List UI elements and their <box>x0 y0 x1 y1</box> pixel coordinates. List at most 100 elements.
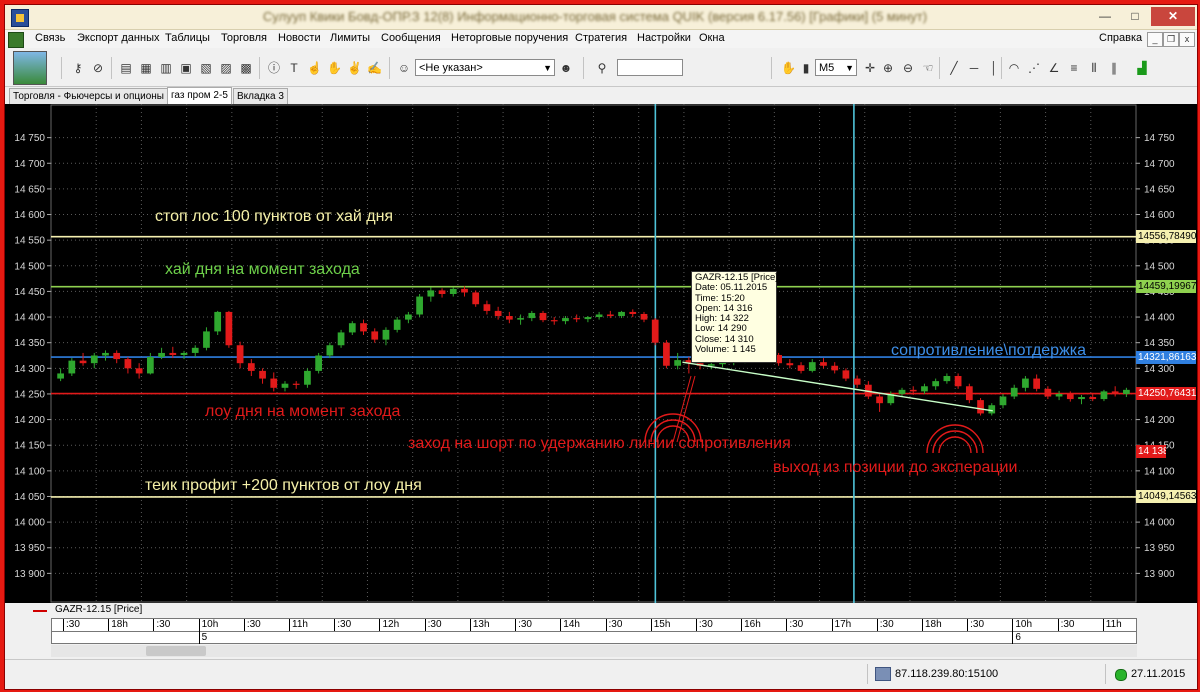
hand-down-icon[interactable]: ✋ <box>327 61 342 75</box>
y-tick-label-right: 14 750 <box>1144 133 1175 144</box>
price-chart[interactable]: 14 750 14 750 14 700 14 700 14 650 14 650 14 6… <box>5 104 1197 603</box>
time-tick-label: 10h <box>1015 619 1033 630</box>
portfolio-table-icon[interactable]: ▨ <box>219 61 233 75</box>
tab-3[interactable]: Вкладка 3 <box>233 88 288 104</box>
candle-body <box>158 352 165 358</box>
positions-table-icon[interactable]: ▧ <box>199 61 213 75</box>
indicators-icon[interactable]: ▟ <box>1135 61 1149 75</box>
disconnect-icon[interactable]: ⊘ <box>91 61 105 75</box>
time-zones-icon[interactable]: ⫴ <box>1087 61 1101 75</box>
time-tick-label: :30 <box>246 619 261 630</box>
y-tick-label-left: 14 650 <box>14 184 45 195</box>
time-tick <box>515 619 517 631</box>
key-icon[interactable]: ⚷ <box>71 61 85 75</box>
fan-tool-icon[interactable]: ⋰ <box>1027 61 1041 75</box>
menu-limits[interactable]: Лимиты <box>330 32 370 44</box>
search-icon[interactable]: ⚲ <box>595 61 609 75</box>
hand-tool-icon[interactable]: ☜ <box>921 61 935 75</box>
y-tick-label-left: 14 100 <box>14 466 45 477</box>
menu-connection[interactable]: Связь <box>35 32 65 44</box>
orders-table-icon[interactable]: ▥ <box>159 61 173 75</box>
close-button[interactable]: ✕ <box>1151 7 1195 26</box>
time-tick <box>198 619 200 631</box>
vertical-line-icon[interactable]: │ <box>987 61 1001 75</box>
time-tick-label: 15h <box>653 619 671 630</box>
mdi-restore-button[interactable]: ❐ <box>1163 32 1179 47</box>
annotation-short-entry-text: заход на шорт по удержанию линии сопроти… <box>408 435 791 452</box>
interval-select-value: M5 <box>819 62 835 74</box>
y-tick-label-left: 14 300 <box>14 364 45 375</box>
arc-tool-icon[interactable]: ◠ <box>1007 61 1021 75</box>
account-select[interactable]: <Не указан> ▼ <box>415 59 555 76</box>
time-tick <box>921 619 923 631</box>
maximize-button[interactable]: □ <box>1121 7 1149 26</box>
horizontal-line-icon[interactable]: ─ <box>967 61 981 75</box>
tooltip-volume: Volume: 1 145 <box>695 344 756 356</box>
window-title: Сулууп Квики Бовд-ОПР.З 12(8) Информацио… <box>262 9 928 24</box>
zoom-in-icon[interactable]: ⊕ <box>881 61 895 75</box>
trades-table-icon[interactable]: ▣ <box>179 61 193 75</box>
scrollbar-thumb[interactable] <box>146 646 206 656</box>
candle-body <box>1078 397 1085 400</box>
time-tick-label: :30 <box>518 619 532 630</box>
quotes-table-icon[interactable]: ▦ <box>139 61 153 75</box>
y-tick-label-right: 14 100 <box>1144 466 1175 477</box>
limits-table-icon[interactable]: ▩ <box>239 61 253 75</box>
channel-icon[interactable]: ∥ <box>1107 61 1121 75</box>
time-tick-label: 14h <box>563 619 580 630</box>
candle-body <box>348 323 356 333</box>
time-tick-label: :30 <box>427 619 442 630</box>
tab-futures-options[interactable]: Торговля - Фьючерсы и опционы <box>9 88 168 104</box>
crosshair-icon[interactable]: ✛ <box>863 61 877 75</box>
time-axis[interactable]: :30 18h:30 10h:30 11h:30 12h:30 13h:30 14h:30 1… <box>51 618 1137 644</box>
hand-up-icon[interactable]: ☝ <box>307 61 322 75</box>
user-icon[interactable]: ☺ <box>397 61 411 75</box>
bar-chart-icon[interactable]: ▮ <box>799 61 813 75</box>
menu-windows[interactable]: Окна <box>699 32 725 44</box>
candle-body <box>225 311 233 346</box>
toolbar-separator <box>771 57 772 79</box>
candle-body <box>416 296 423 315</box>
text-tool-icon[interactable]: T <box>287 61 301 75</box>
candle-body <box>438 290 446 294</box>
menu-strategy[interactable]: Стратегия <box>575 32 627 44</box>
candle-body <box>180 352 188 355</box>
interval-select[interactable]: M5 ▼ <box>815 59 857 76</box>
toolbar-separator <box>61 57 62 79</box>
menu-settings[interactable]: Настройки <box>637 32 691 44</box>
annotation-day-low-text: лоу дня на момент захода <box>205 403 401 420</box>
annotation-exit: выход из позиции до эксперации <box>773 459 1017 477</box>
fibonacci-fan-icon[interactable]: ∠ <box>1047 61 1061 75</box>
toolbar-separator <box>259 57 260 79</box>
fibonacci-levels-icon[interactable]: ≡ <box>1067 61 1081 75</box>
tab-gazprom[interactable]: газ пром 2-5 <box>167 87 232 104</box>
info-icon[interactable]: ⓘ <box>267 61 281 75</box>
mdi-close-button[interactable]: x <box>1179 32 1195 47</box>
candle-body <box>921 386 928 392</box>
candle-body <box>68 360 76 374</box>
table-icon[interactable]: ▤ <box>119 61 133 75</box>
menu-tables[interactable]: Таблицы <box>165 32 210 44</box>
candle-body <box>236 345 244 364</box>
menu-messages[interactable]: Сообщения <box>381 32 441 44</box>
line-tool-icon[interactable]: ╱ <box>947 61 961 75</box>
hand-pan-icon[interactable]: ✋ <box>781 61 796 75</box>
user-settings-icon[interactable]: ☻ <box>559 61 573 75</box>
menu-trading[interactable]: Торговля <box>221 32 267 44</box>
menu-help[interactable]: Справка <box>1099 32 1142 44</box>
menu-non-trade-orders[interactable]: Неторговые поручения <box>451 32 568 44</box>
candle-body <box>169 352 177 355</box>
hand-buy-icon[interactable]: ✌ <box>347 61 362 75</box>
hand-sell-icon[interactable]: ✍ <box>367 61 382 75</box>
menu-news[interactable]: Новости <box>278 32 321 44</box>
mdi-minimize-button[interactable]: _ <box>1147 32 1163 47</box>
menu-export[interactable]: Экспорт данных <box>77 32 159 44</box>
minimize-button[interactable]: — <box>1091 7 1119 26</box>
search-input[interactable] <box>617 59 683 76</box>
candle-body <box>853 378 861 385</box>
candle-body <box>505 316 513 320</box>
chart-scrollbar[interactable] <box>51 645 1137 657</box>
y-tick-label-right: 14 300 <box>1144 364 1175 375</box>
y-tick-label-right: 14 600 <box>1144 210 1175 221</box>
zoom-out-icon[interactable]: ⊖ <box>901 61 915 75</box>
